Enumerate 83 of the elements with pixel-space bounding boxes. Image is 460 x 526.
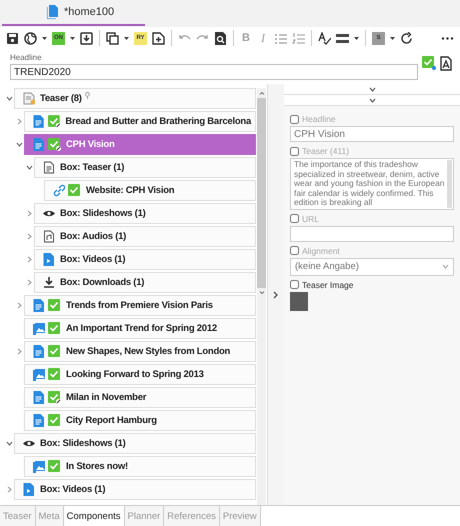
numbered-list-icon — [292, 32, 305, 44]
document-icon — [47, 5, 58, 19]
field-label: Headline — [302, 114, 336, 124]
tree-item[interactable]: Box: Slideshows (1) — [14, 433, 256, 454]
article-icon — [33, 299, 45, 312]
preview-icon — [214, 32, 227, 44]
article-icon — [33, 414, 45, 427]
expand-icon[interactable] — [26, 210, 32, 217]
bulleted-list-icon — [274, 32, 287, 44]
field-label: Teaser (411) — [302, 146, 350, 156]
article-icon — [33, 138, 45, 151]
teaser-icon — [23, 92, 35, 105]
photo-placeholder — [290, 292, 308, 311]
tree-item[interactable]: Box: Teaser (1) — [34, 157, 256, 178]
tree-item[interactable]: Box: Slideshows (1) — [34, 203, 256, 224]
field-label: Headline — [10, 52, 43, 64]
tree-item[interactable]: CPH Vision — [24, 134, 256, 155]
picture-icon — [33, 368, 45, 381]
tree-item[interactable]: Website: CPH Vision — [44, 180, 256, 201]
save-icon — [6, 32, 19, 44]
collapse-icon[interactable] — [26, 164, 32, 171]
import-icon — [80, 32, 93, 44]
tree-item[interactable]: City Report Hamburg — [24, 410, 256, 431]
video-file-icon — [43, 253, 55, 266]
field-label: Teaser Image — [302, 280, 354, 290]
expand-right-icon[interactable] — [273, 290, 279, 298]
tree-item[interactable]: Milan in November — [24, 387, 256, 408]
article-icon — [33, 345, 45, 358]
audio-file-icon — [43, 230, 55, 243]
field-label: URL — [302, 214, 320, 224]
expand-icon[interactable] — [16, 302, 22, 309]
expand-icon[interactable] — [16, 118, 22, 125]
tree-item[interactable]: In Stores now! — [24, 456, 256, 477]
scrollbar[interactable] — [257, 88, 266, 505]
document-icon — [43, 161, 55, 174]
scroll-up-icon[interactable] — [258, 91, 264, 95]
tree-item[interactable]: New Shapes, New Styles from London — [24, 341, 256, 362]
copy-icon — [106, 32, 119, 44]
picture-icon — [33, 460, 45, 473]
tree-item[interactable]: Box: Videos (1) — [34, 249, 256, 270]
text-field[interactable] — [290, 226, 454, 242]
caret-icon — [70, 36, 75, 40]
video-file-icon — [23, 483, 35, 496]
tree-item[interactable]: Bread and Butter and Brathering Barcelona — [24, 111, 256, 132]
caret-icon — [124, 36, 129, 40]
add-document-icon — [152, 32, 165, 44]
tree-item[interactable]: Teaser (8) ⚲ — [14, 88, 256, 109]
tree-item[interactable]: An Important Trend for Spring 2012 — [24, 318, 256, 339]
preview-button[interactable] — [212, 29, 229, 47]
expand-icon[interactable] — [16, 348, 22, 355]
tree-item[interactable]: Box: Downloads (1) — [34, 272, 256, 293]
refresh-icon — [400, 32, 413, 44]
tree-item[interactable]: Box: Videos (1) — [14, 479, 256, 500]
caret-icon — [354, 36, 359, 40]
scroll-down-icon[interactable] — [258, 291, 264, 295]
caret-icon — [42, 36, 47, 40]
download-icon — [43, 276, 55, 289]
caret-icon — [390, 36, 395, 40]
caret-icon — [442, 264, 449, 270]
approved-check-icon — [422, 56, 436, 70]
globe-icon — [24, 32, 37, 44]
expand-icon[interactable] — [26, 233, 32, 240]
article-icon — [33, 115, 45, 128]
expand-icon[interactable] — [26, 279, 32, 286]
headline-field[interactable]: TREND2020 — [10, 64, 418, 80]
collapse-icon[interactable] — [16, 141, 22, 148]
pin-icon: ⚲ — [84, 91, 90, 100]
line-style-icon — [336, 32, 349, 44]
collapse-icon[interactable] — [6, 95, 12, 102]
tree-item[interactable]: Looking Forward to Spring 2013 — [24, 364, 256, 385]
link-icon — [53, 184, 65, 197]
spell-check-button[interactable] — [316, 29, 333, 47]
spell-check-icon — [318, 32, 331, 44]
collapse-icon[interactable] — [6, 440, 12, 447]
expand-icon[interactable] — [26, 256, 32, 263]
tree-item[interactable]: Trends from Premiere Vision Paris — [24, 295, 256, 316]
pdf-document-icon — [440, 56, 452, 71]
checkbox[interactable] — [290, 280, 299, 290]
field-label: Alignment — [302, 246, 340, 256]
tree-item[interactable]: Box: Audios (1) — [34, 226, 256, 247]
picture-icon — [33, 322, 45, 335]
expand-icon[interactable] — [6, 486, 12, 493]
article-icon — [33, 391, 45, 404]
